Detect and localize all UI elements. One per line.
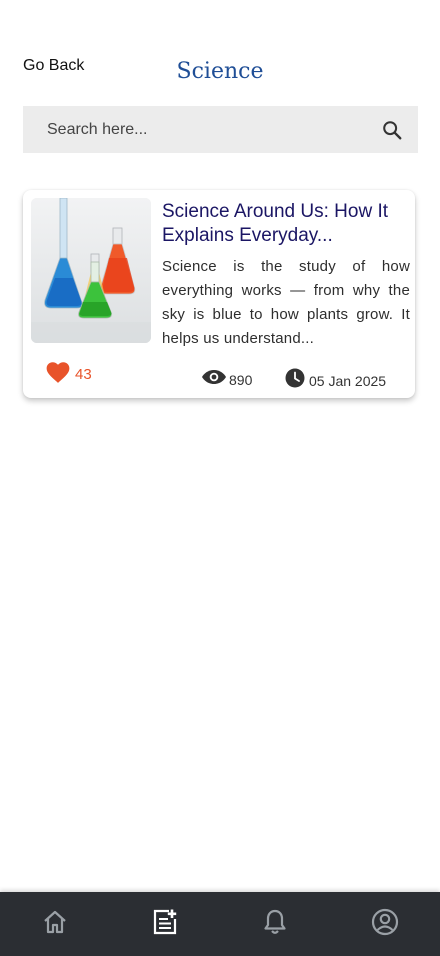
nav-profile[interactable] (355, 894, 415, 954)
search-icon[interactable] (380, 118, 404, 142)
eye-icon (201, 368, 227, 391)
heart-icon (45, 360, 71, 389)
nav-home[interactable] (25, 894, 85, 954)
views-info: 890 (201, 368, 252, 391)
like-count: 43 (75, 366, 92, 383)
publish-date: 05 Jan 2025 (309, 372, 387, 389)
search-bar (23, 106, 418, 153)
article-card[interactable]: Science Around Us: How It Explains Every… (23, 190, 415, 398)
notifications-icon (262, 908, 288, 941)
page-title: Science (176, 59, 264, 84)
date-info: 05 Jan 2025 (285, 368, 386, 393)
home-icon (42, 909, 68, 940)
article-title[interactable]: Science Around Us: How It Explains Every… (162, 200, 410, 248)
clock-icon (285, 368, 305, 393)
view-count: 890 (229, 371, 253, 388)
profile-icon (371, 908, 399, 941)
like-button[interactable]: 43 (45, 360, 92, 389)
articles-icon (151, 908, 179, 941)
lab-flasks-image (31, 198, 151, 343)
nav-articles[interactable] (135, 894, 195, 954)
nav-notifications[interactable] (245, 894, 305, 954)
article-excerpt: Science is the study of how everything w… (162, 258, 410, 347)
bottom-nav (0, 892, 440, 956)
search-input[interactable] (47, 120, 380, 139)
